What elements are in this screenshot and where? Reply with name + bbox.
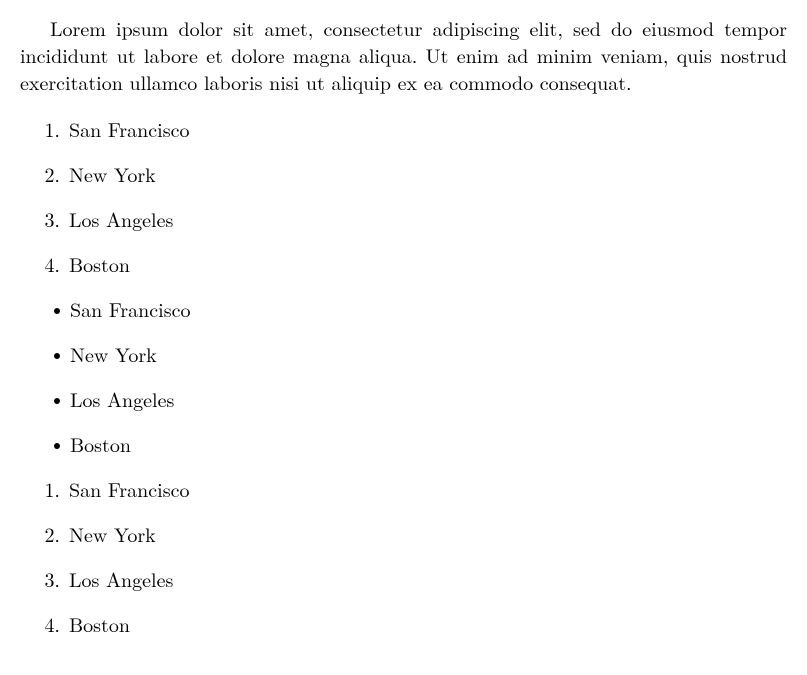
list-item: New York — [20, 340, 787, 367]
intro-paragraph: Lorem ipsum dolor sit amet, consectetur … — [20, 14, 787, 95]
list-marker: 2. — [20, 160, 69, 187]
unordered-list: San Francisco New York Los Angeles Bosto… — [20, 295, 787, 457]
list-item: San Francisco — [20, 295, 787, 322]
list-item-text: Los Angeles — [69, 205, 173, 232]
list-item-text: Los Angeles — [69, 565, 173, 592]
bullet-icon — [20, 385, 70, 412]
bullet-icon — [20, 430, 70, 457]
list-item: Boston — [20, 430, 787, 457]
list-item-text: New York — [69, 160, 156, 187]
list-marker: 1. — [20, 115, 69, 142]
list-item-text: San Francisco — [70, 295, 190, 322]
ordered-list-1: 1. San Francisco 2. New York 3. Los Ange… — [20, 115, 787, 277]
list-item: 4. Boston — [20, 610, 787, 637]
bullet-icon — [20, 340, 70, 367]
ordered-list-2: 1. San Francisco 2. New York 3. Los Ange… — [20, 475, 787, 637]
list-marker: 1. — [20, 475, 69, 502]
document-page: Lorem ipsum dolor sit amet, consectetur … — [0, 0, 807, 675]
list-item: 4. Boston — [20, 250, 787, 277]
list-item: 3. Los Angeles — [20, 565, 787, 592]
list-item-text: New York — [70, 340, 157, 367]
list-item: 3. Los Angeles — [20, 205, 787, 232]
list-marker: 4. — [20, 610, 69, 637]
list-item-text: Boston — [70, 430, 131, 457]
list-item-text: New York — [69, 520, 156, 547]
list-item-text: Boston — [69, 250, 130, 277]
list-marker: 3. — [20, 565, 69, 592]
list-item: 2. New York — [20, 520, 787, 547]
list-item: 1. San Francisco — [20, 115, 787, 142]
list-item: Los Angeles — [20, 385, 787, 412]
list-marker: 4. — [20, 250, 69, 277]
list-item-text: San Francisco — [69, 475, 189, 502]
list-marker: 3. — [20, 205, 69, 232]
list-item-text: Boston — [69, 610, 130, 637]
bullet-icon — [20, 295, 70, 322]
list-item: 1. San Francisco — [20, 475, 787, 502]
list-marker: 2. — [20, 520, 69, 547]
list-item: 2. New York — [20, 160, 787, 187]
list-item-text: Los Angeles — [70, 385, 174, 412]
list-item-text: San Francisco — [69, 115, 189, 142]
